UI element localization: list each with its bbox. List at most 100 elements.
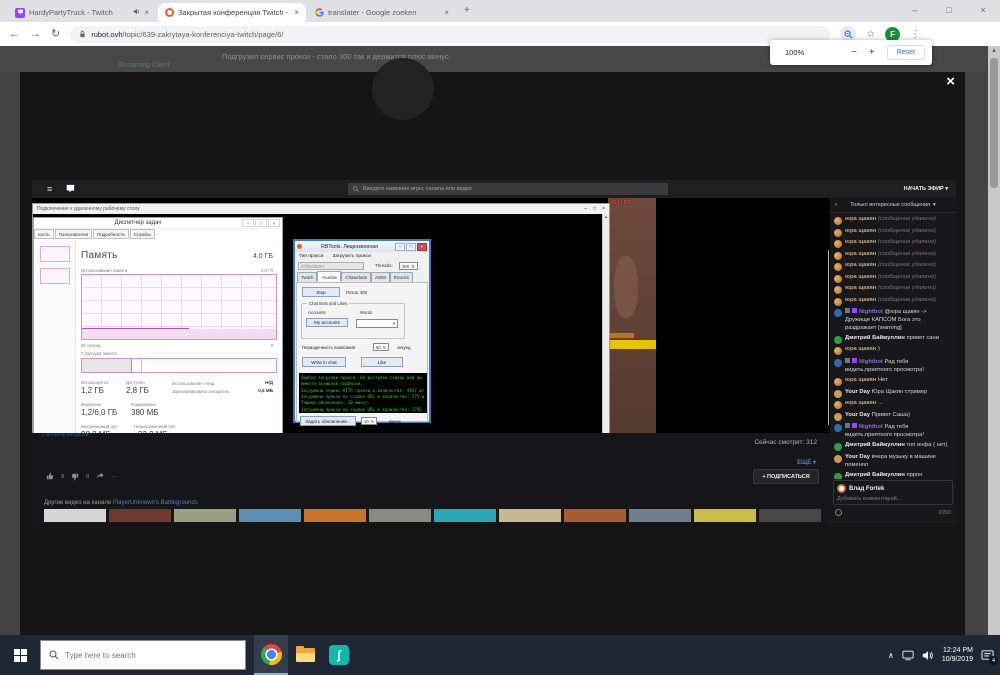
chat-username: Your Day [845, 389, 870, 395]
chat-message-body: Your Day Привет Саша) [845, 412, 910, 420]
period-unit: секунд [397, 345, 411, 350]
chat-message-body: Nightbot Рад тебя видеть,приятного просм… [845, 423, 952, 440]
chat-input-username: Влад Fortek [849, 486, 884, 492]
browser-tab-1[interactable]: HardyPartyTruck - Twitch × [8, 3, 156, 22]
lightbox-image[interactable]: ≡ Введите название игры, канала или виде… [32, 180, 956, 523]
taskbar-clock[interactable]: 12:24 PM 10/9/2019 [942, 646, 973, 664]
volume-icon[interactable] [922, 650, 934, 661]
chat-username: юра щакян [845, 262, 876, 268]
tab-audio-icon[interactable] [133, 8, 140, 17]
rbtools-tab-page: Stop Поток: 300 Chat Bots and Likes Acco… [296, 282, 428, 422]
video-thumbnail [629, 509, 691, 522]
chat-text: (сообщение удалено) [878, 262, 936, 268]
memory-composition-bar [81, 358, 277, 373]
video-thumbnail [759, 509, 821, 522]
memory-total: 4,0 ГБ [253, 253, 273, 260]
task-manager-tab: Пользователи [55, 229, 92, 239]
chat-username: юра щакян [845, 216, 876, 222]
stat-label: Выделено [81, 402, 101, 407]
chat-text: (сообщение удалено) [878, 239, 936, 245]
chat-input-card: Влад Fortek Добавить комментарий... [833, 480, 953, 505]
taskbar-vpn-icon[interactable]: ʃ [322, 635, 356, 675]
chat-avatar [834, 443, 842, 451]
video-thumbnail [499, 509, 561, 522]
zoom-reset-button[interactable]: Reset [887, 45, 925, 60]
flow-label: Поток: 300 [346, 290, 367, 295]
chat-header-label: Только интересные сообщения [850, 202, 930, 208]
more-dots-icon: ··· [111, 474, 117, 480]
browser-tab-2-active[interactable]: Закрытая конференция Twitch - × [158, 3, 306, 22]
address-bar[interactable]: rubot.ovh/topic/639-zakrytaya-konferenci… [70, 26, 830, 43]
likes-row: 9 0 ··· [46, 472, 117, 482]
forward-icon[interactable]: → [30, 29, 41, 40]
taskbar-chrome-icon[interactable] [254, 635, 288, 675]
stat-label: Выгружаемый пул [81, 424, 117, 429]
video-thumbnail [109, 509, 171, 522]
chat-input-area: Влад Fortek Добавить комментарий... 0/20… [833, 480, 953, 520]
chat-message-body: Nightbot @юра щакян -> Дружище КАПСОМ Бо… [845, 308, 952, 332]
chat-avatar [834, 359, 842, 367]
tab-close-icon[interactable]: × [144, 8, 149, 17]
taskbar-explorer-icon[interactable] [288, 635, 322, 675]
rbtools-tabs: TwitchYoutubeChaturbateAWMRSocks [295, 272, 429, 282]
video-thumbnail [694, 509, 756, 522]
x-axis-left: 60 секунд [81, 343, 100, 348]
page-scrollbar[interactable]: ▲ [988, 46, 1000, 635]
back-icon[interactable]: ← [9, 29, 20, 40]
stop-button: Stop [302, 287, 340, 297]
chat-text: (сообщение удалено) [878, 285, 936, 291]
scrollbar-thumb[interactable] [990, 58, 998, 188]
close-icon[interactable]: × [966, 0, 1000, 20]
twitch-chat: › Только интересные сообщения ▾ юра щакя… [830, 198, 956, 523]
video-thumbnails [44, 509, 830, 522]
like-button: Like [361, 357, 403, 367]
rbtools-key-row: d7f29435teY Threads: 300⇅ [295, 261, 429, 272]
chat-avatar [834, 378, 842, 386]
tab-close-icon[interactable]: × [444, 8, 449, 17]
tray-time: 12:24 PM [943, 646, 973, 655]
scroll-up-icon[interactable]: ▲ [988, 48, 1000, 54]
taskbar-search[interactable] [40, 640, 246, 670]
chat-message: Nightbot Рад тебя видеть,приятного просм… [834, 423, 952, 440]
chat-avatar [834, 252, 842, 260]
zoom-in-icon[interactable]: + [869, 47, 875, 58]
dislike-count: 0 [86, 474, 89, 480]
chat-badges-icon [845, 308, 857, 313]
bookmark-star-icon[interactable]: ☆ [866, 29, 875, 40]
chat-text: (сообщение удалено) [878, 274, 936, 280]
minimize-icon[interactable]: – [898, 0, 932, 20]
chat-text: Нет [878, 377, 888, 383]
start-button[interactable] [0, 635, 40, 675]
action-center-icon[interactable]: 4 [981, 649, 994, 661]
reload-icon[interactable]: ↻ [51, 29, 60, 40]
lightbox-close-icon[interactable]: × [946, 73, 955, 90]
stream-yellow-bar [608, 340, 656, 349]
maximize-icon[interactable]: □ [932, 0, 966, 20]
tray-chevron-up-icon[interactable]: ∧ [888, 651, 894, 660]
task-manager-controls: – □ × [242, 219, 280, 227]
rbtools-menubar: Тип прокси Загрузить прокси [295, 252, 429, 261]
task-manager-sidebar [34, 240, 76, 444]
task-manager-titlebar: Диспетчер задач – □ × [34, 218, 282, 229]
zoom-out-icon[interactable]: − [851, 47, 857, 58]
chat-avatar [834, 298, 842, 306]
rbtools-console: Ошибка загрузки прокси. Но доступен серв… [299, 373, 427, 413]
stream-scrollbar-line [828, 250, 829, 425]
tab-title: HardyPartyTruck - Twitch [29, 8, 129, 17]
close-icon: × [602, 206, 605, 212]
menu-dots-icon[interactable]: ⋮ [910, 29, 920, 40]
period-spinner: 50⇅ [373, 343, 389, 351]
stream-detail [610, 333, 634, 338]
chevron-down-icon: ▾ [933, 202, 936, 208]
chat-header: › Только интересные сообщения ▾ [830, 198, 956, 213]
new-tab-button[interactable]: + [464, 5, 470, 16]
chat-message: юра щакян (сообщение удалено) [834, 262, 952, 271]
chat-message-body: юра щакян (сообщение удалено) [845, 297, 936, 305]
stat-value: Н/Д [265, 380, 273, 385]
network-icon[interactable] [902, 650, 914, 661]
browser-tab-3[interactable]: translater - Google zoeken × [308, 3, 456, 22]
zoom-level: 100% [777, 48, 804, 57]
taskbar-search-input[interactable] [65, 651, 215, 660]
chat-username: юра щакян [845, 377, 876, 383]
tab-close-icon[interactable]: × [294, 8, 299, 17]
